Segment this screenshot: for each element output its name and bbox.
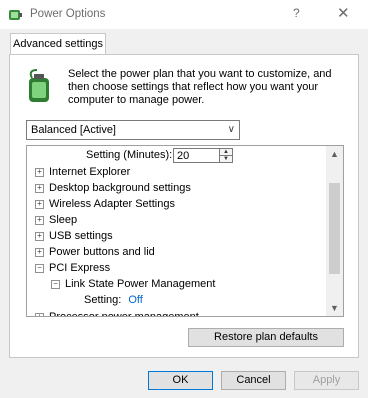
tree-label: PCI Express <box>49 262 111 274</box>
spinner-down-icon[interactable]: ▼ <box>219 156 232 162</box>
plan-dropdown[interactable]: Balanced [Active] ∨ <box>26 120 240 140</box>
tree-label: Link State Power Management <box>65 278 216 290</box>
help-button[interactable]: ? <box>293 6 300 20</box>
minutes-spinner[interactable]: 20 ▲ ▼ <box>173 148 233 163</box>
minutes-spinner-value[interactable]: 20 <box>177 150 189 162</box>
title-bar: Power Options ? ✕ <box>0 0 368 29</box>
tree-label: Internet Explorer <box>49 166 131 178</box>
settings-tree[interactable]: Setting (Minutes): 20 ▲ ▼ + Internet Exp… <box>26 145 344 317</box>
battery-plan-icon <box>29 69 49 102</box>
expand-icon[interactable]: + <box>35 313 44 316</box>
intro-text: Select the power plan that you want to c… <box>68 68 332 106</box>
window-title: Power Options <box>30 8 106 20</box>
tab-strip: Advanced settings <box>0 29 368 55</box>
chevron-down-icon: ∨ <box>227 124 235 135</box>
expand-icon[interactable]: + <box>35 216 44 225</box>
spinner-up-icon[interactable]: ▲ <box>219 149 232 156</box>
tree-label: Processor power management <box>49 311 199 317</box>
restore-defaults-button[interactable]: Restore plan defaults <box>188 328 344 347</box>
scroll-down-icon[interactable]: ▼ <box>330 303 339 313</box>
expand-icon[interactable]: + <box>35 248 44 257</box>
power-options-icon <box>9 10 22 20</box>
scrollbar-thumb[interactable] <box>329 183 340 274</box>
collapse-icon[interactable]: − <box>35 264 44 273</box>
cancel-button[interactable]: Cancel <box>221 371 286 390</box>
tree-label: USB settings <box>49 230 113 242</box>
setting-value-link[interactable]: Off <box>128 294 142 306</box>
vertical-scrollbar[interactable]: ▲ ▼ <box>326 146 343 316</box>
tree-label: Desktop background settings <box>49 182 191 194</box>
plan-dropdown-value: Balanced [Active] <box>31 124 116 136</box>
setting-label: Setting: <box>84 294 122 306</box>
setting-minutes-label: Setting (Minutes): <box>86 149 173 161</box>
tree-label: Power buttons and lid <box>49 246 155 258</box>
close-button[interactable]: ✕ <box>337 4 350 22</box>
expand-icon[interactable]: + <box>35 200 44 209</box>
ok-button[interactable]: OK <box>148 371 213 390</box>
expand-icon[interactable]: + <box>35 168 44 177</box>
apply-button[interactable]: Apply <box>294 371 359 390</box>
tree-row-link-state-setting: Setting: Off <box>84 292 204 308</box>
scroll-up-icon[interactable]: ▲ <box>330 149 339 159</box>
tab-advanced-settings[interactable]: Advanced settings <box>10 33 106 55</box>
tree-label: Sleep <box>49 214 78 226</box>
expand-icon[interactable]: + <box>35 184 44 193</box>
tree-label: Wireless Adapter Settings <box>49 198 175 210</box>
collapse-icon[interactable]: − <box>51 280 60 289</box>
expand-icon[interactable]: + <box>35 232 44 241</box>
